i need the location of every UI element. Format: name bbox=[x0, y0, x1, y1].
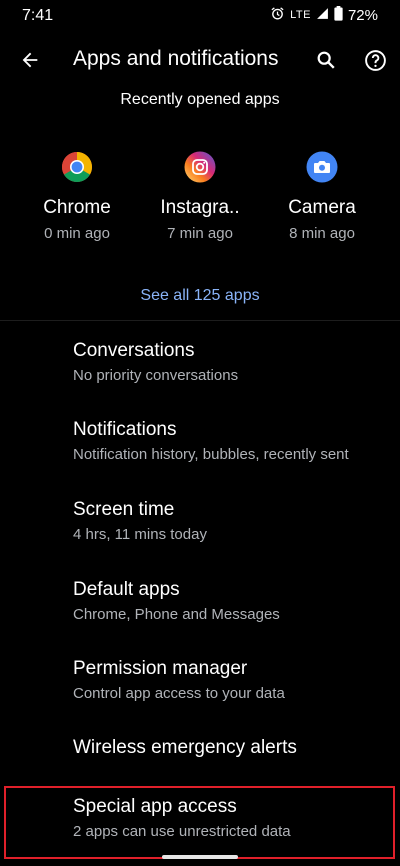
settings-item-permission-manager[interactable]: Permission manager Control app access to… bbox=[73, 658, 393, 702]
highlight-box bbox=[4, 786, 395, 859]
settings-item-title: Permission manager bbox=[73, 658, 248, 679]
back-button[interactable] bbox=[14, 44, 46, 76]
settings-item-title: Default apps bbox=[73, 579, 180, 600]
app-name: Camera bbox=[288, 197, 356, 218]
settings-item-conversations[interactable]: Conversations No priority conversations bbox=[73, 340, 393, 384]
settings-item-subtitle: No priority conversations bbox=[73, 367, 239, 384]
settings-item-title: Notifications bbox=[73, 419, 177, 440]
settings-item-subtitle: Chrome, Phone and Messages bbox=[73, 606, 280, 623]
search-button[interactable] bbox=[310, 44, 342, 76]
settings-item-title: Screen time bbox=[73, 499, 175, 520]
camera-icon bbox=[305, 150, 339, 184]
status-icons: LTE 72% bbox=[270, 6, 378, 24]
app-time: 0 min ago bbox=[44, 225, 110, 242]
settings-item-wireless-emergency-alerts[interactable]: Wireless emergency alerts bbox=[73, 737, 393, 759]
status-bar: 7:41 LTE 72% bbox=[0, 0, 400, 34]
help-button[interactable] bbox=[359, 44, 391, 76]
recent-app-camera[interactable]: Camera 8 min ago bbox=[267, 150, 377, 242]
app-name: Instagra.. bbox=[160, 197, 240, 218]
settings-item-title: Wireless emergency alerts bbox=[73, 737, 297, 758]
recent-app-instagram[interactable]: Instagra.. 7 min ago bbox=[145, 150, 255, 242]
arrow-back-icon bbox=[22, 52, 38, 68]
network-type: LTE bbox=[290, 9, 311, 21]
help-icon bbox=[364, 49, 386, 71]
battery-percent: 72% bbox=[347, 6, 378, 24]
settings-item-default-apps[interactable]: Default apps Chrome, Phone and Messages bbox=[73, 579, 393, 623]
instagram-icon bbox=[183, 150, 217, 184]
settings-item-subtitle: Notification history, bubbles, recently … bbox=[73, 446, 349, 463]
alarm-icon bbox=[270, 6, 285, 24]
battery-icon bbox=[334, 6, 343, 24]
search-icon bbox=[317, 51, 335, 69]
settings-item-subtitle: Control app access to your data bbox=[73, 685, 285, 702]
settings-item-subtitle: 4 hrs, 11 mins today bbox=[73, 526, 207, 543]
gesture-nav-handle[interactable] bbox=[162, 855, 238, 859]
signal-icon bbox=[316, 7, 329, 23]
settings-item-title: Conversations bbox=[73, 340, 195, 361]
app-bar: Apps and notifications bbox=[0, 36, 400, 84]
recent-apps-header: Recently opened apps bbox=[120, 91, 280, 108]
settings-item-notifications[interactable]: Notifications Notification history, bubb… bbox=[73, 419, 393, 463]
divider bbox=[0, 320, 400, 321]
recent-apps: Chrome 0 min ago Instagra.. 7 min ago Ca… bbox=[0, 150, 400, 250]
settings-item-screen-time[interactable]: Screen time 4 hrs, 11 mins today bbox=[73, 499, 393, 543]
chrome-icon bbox=[60, 150, 94, 184]
status-time: 7:41 bbox=[22, 7, 54, 24]
app-time: 7 min ago bbox=[167, 225, 233, 242]
app-time: 8 min ago bbox=[289, 225, 355, 242]
page-title: Apps and notifications bbox=[73, 47, 279, 70]
see-all-apps-link[interactable]: See all 125 apps bbox=[0, 287, 400, 305]
app-name: Chrome bbox=[43, 197, 111, 218]
recent-app-chrome[interactable]: Chrome 0 min ago bbox=[22, 150, 132, 242]
